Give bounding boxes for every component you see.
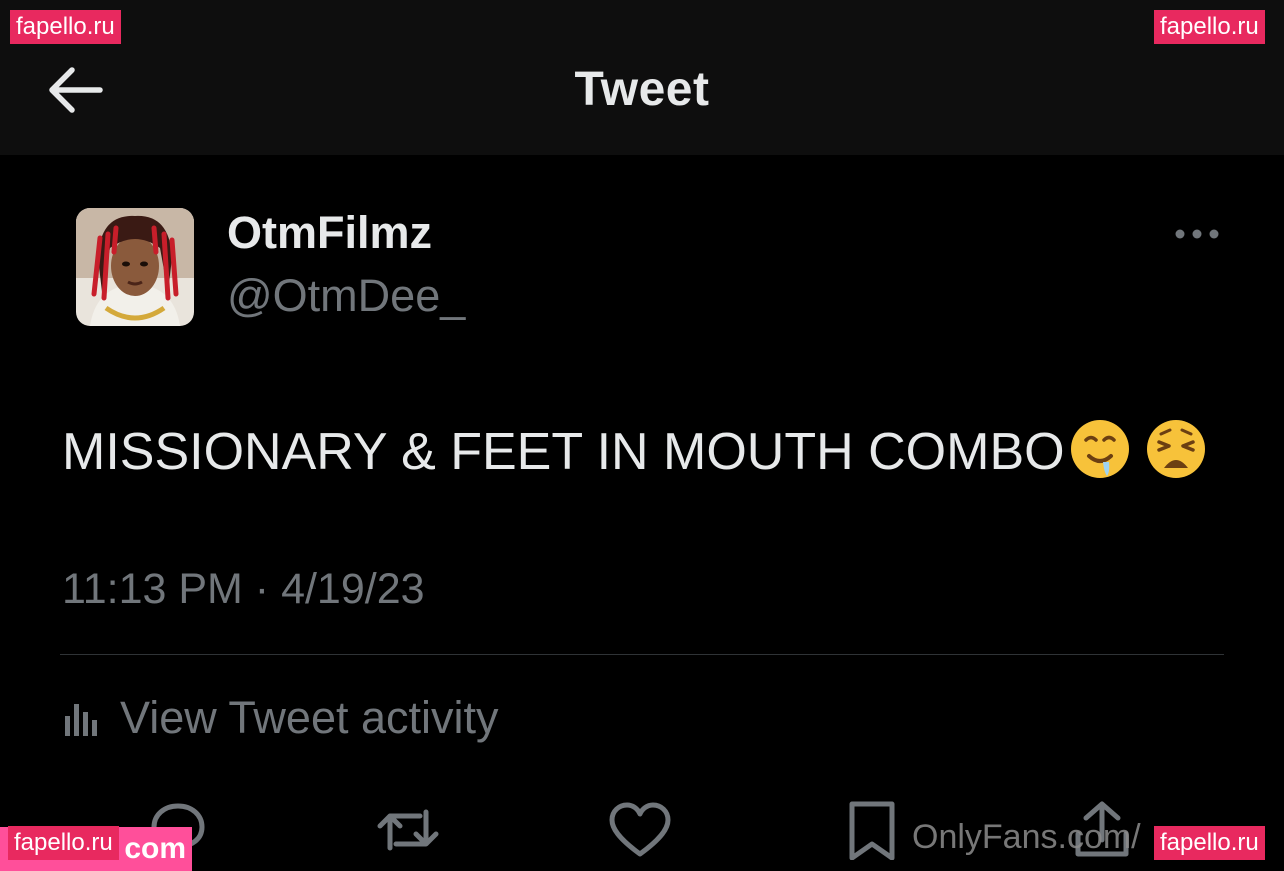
display-name[interactable]: OtmFilmz — [227, 207, 432, 259]
avatar-portrait — [76, 208, 194, 326]
avatar[interactable] — [76, 208, 194, 326]
tweet-text-content: MISSIONARY & FEET IN MOUTH COMBO — [62, 423, 1065, 482]
drooling-face-icon — [1069, 418, 1131, 493]
top-bar: Tweet — [0, 0, 1284, 155]
tweet-timestamp: 11:13 PM · 4/19/23 — [62, 565, 425, 613]
like-button[interactable] — [608, 800, 672, 860]
watermark-bottom-left: fapello.ru — [8, 826, 119, 860]
bookmark-icon — [849, 801, 895, 861]
more-dots-icon — [1175, 229, 1219, 239]
watermark-bottom-right: fapello.ru — [1154, 826, 1265, 860]
more-options-button[interactable] — [1170, 222, 1224, 246]
like-icon — [609, 802, 671, 857]
page-title: Tweet — [574, 63, 710, 116]
tweet-text: MISSIONARY & FEET IN MOUTH COMBO — [62, 418, 1207, 493]
weary-face-icon — [1145, 418, 1207, 493]
view-tweet-activity[interactable]: View Tweet activity — [62, 690, 499, 746]
retweet-button[interactable] — [376, 800, 440, 860]
bookmark-button[interactable] — [840, 800, 904, 861]
watermark-top-left: fapello.ru — [10, 10, 121, 44]
user-handle[interactable]: @OtmDee_ — [227, 270, 465, 322]
activity-label: View Tweet activity — [120, 692, 499, 743]
retweet-icon — [377, 809, 439, 851]
watermark-top-right: fapello.ru — [1154, 10, 1265, 44]
divider — [60, 654, 1224, 655]
bar-chart-icon — [65, 704, 97, 736]
watermark-onlyfans: OnlyFans.com/ — [912, 818, 1141, 856]
